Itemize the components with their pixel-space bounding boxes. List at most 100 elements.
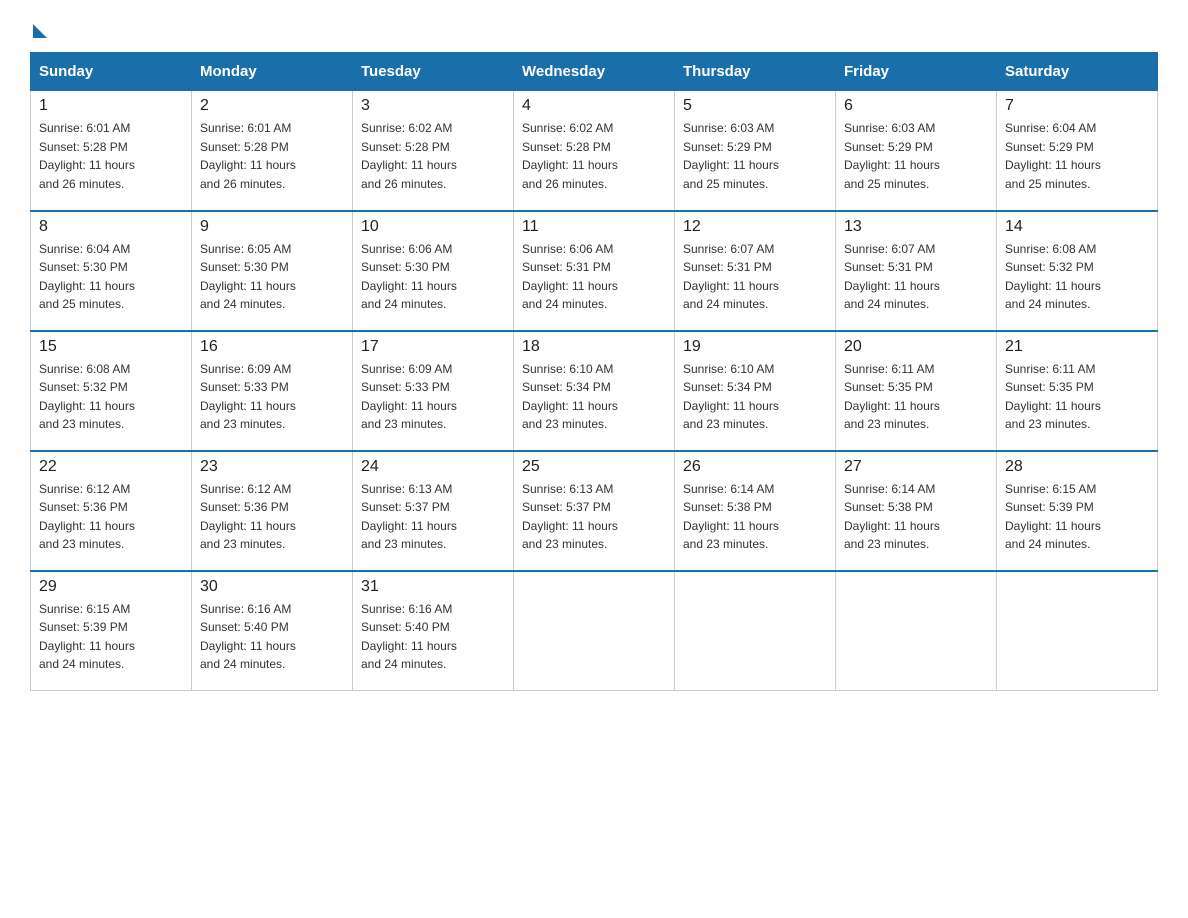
weekday-header-wednesday: Wednesday — [514, 53, 675, 91]
day-number: 8 — [39, 218, 183, 236]
calendar-week-row: 22 Sunrise: 6:12 AM Sunset: 5:36 PM Dayl… — [31, 451, 1158, 571]
calendar-day-cell: 5 Sunrise: 6:03 AM Sunset: 5:29 PM Dayli… — [675, 91, 836, 211]
calendar-table: SundayMondayTuesdayWednesdayThursdayFrid… — [30, 52, 1158, 691]
day-info: Sunrise: 6:01 AM Sunset: 5:28 PM Dayligh… — [200, 119, 344, 193]
day-number: 10 — [361, 218, 505, 236]
calendar-day-cell: 8 Sunrise: 6:04 AM Sunset: 5:30 PM Dayli… — [31, 211, 192, 331]
weekday-header-monday: Monday — [192, 53, 353, 91]
calendar-day-cell: 10 Sunrise: 6:06 AM Sunset: 5:30 PM Dayl… — [353, 211, 514, 331]
logo — [30, 20, 47, 34]
calendar-day-cell: 14 Sunrise: 6:08 AM Sunset: 5:32 PM Dayl… — [997, 211, 1158, 331]
calendar-day-cell: 12 Sunrise: 6:07 AM Sunset: 5:31 PM Dayl… — [675, 211, 836, 331]
calendar-day-cell: 16 Sunrise: 6:09 AM Sunset: 5:33 PM Dayl… — [192, 331, 353, 451]
calendar-day-cell — [514, 571, 675, 691]
day-info: Sunrise: 6:01 AM Sunset: 5:28 PM Dayligh… — [39, 119, 183, 193]
day-info: Sunrise: 6:08 AM Sunset: 5:32 PM Dayligh… — [39, 360, 183, 434]
day-info: Sunrise: 6:05 AM Sunset: 5:30 PM Dayligh… — [200, 240, 344, 314]
calendar-day-cell: 4 Sunrise: 6:02 AM Sunset: 5:28 PM Dayli… — [514, 91, 675, 211]
day-number: 23 — [200, 458, 344, 476]
page-header — [30, 20, 1158, 34]
day-number: 11 — [522, 218, 666, 236]
day-number: 29 — [39, 578, 183, 596]
calendar-day-cell: 1 Sunrise: 6:01 AM Sunset: 5:28 PM Dayli… — [31, 91, 192, 211]
weekday-header-friday: Friday — [836, 53, 997, 91]
calendar-week-row: 1 Sunrise: 6:01 AM Sunset: 5:28 PM Dayli… — [31, 91, 1158, 211]
day-info: Sunrise: 6:03 AM Sunset: 5:29 PM Dayligh… — [683, 119, 827, 193]
weekday-header-tuesday: Tuesday — [353, 53, 514, 91]
calendar-day-cell: 20 Sunrise: 6:11 AM Sunset: 5:35 PM Dayl… — [836, 331, 997, 451]
day-info: Sunrise: 6:15 AM Sunset: 5:39 PM Dayligh… — [39, 600, 183, 674]
day-info: Sunrise: 6:13 AM Sunset: 5:37 PM Dayligh… — [361, 480, 505, 554]
day-number: 12 — [683, 218, 827, 236]
logo-triangle-icon — [33, 24, 47, 38]
day-info: Sunrise: 6:16 AM Sunset: 5:40 PM Dayligh… — [200, 600, 344, 674]
calendar-day-cell: 19 Sunrise: 6:10 AM Sunset: 5:34 PM Dayl… — [675, 331, 836, 451]
day-info: Sunrise: 6:16 AM Sunset: 5:40 PM Dayligh… — [361, 600, 505, 674]
calendar-day-cell — [836, 571, 997, 691]
day-number: 18 — [522, 338, 666, 356]
day-number: 15 — [39, 338, 183, 356]
day-info: Sunrise: 6:07 AM Sunset: 5:31 PM Dayligh… — [844, 240, 988, 314]
calendar-day-cell: 28 Sunrise: 6:15 AM Sunset: 5:39 PM Dayl… — [997, 451, 1158, 571]
day-number: 25 — [522, 458, 666, 476]
calendar-day-cell: 3 Sunrise: 6:02 AM Sunset: 5:28 PM Dayli… — [353, 91, 514, 211]
day-info: Sunrise: 6:02 AM Sunset: 5:28 PM Dayligh… — [361, 119, 505, 193]
day-number: 26 — [683, 458, 827, 476]
calendar-day-cell: 6 Sunrise: 6:03 AM Sunset: 5:29 PM Dayli… — [836, 91, 997, 211]
day-number: 28 — [1005, 458, 1149, 476]
calendar-week-row: 8 Sunrise: 6:04 AM Sunset: 5:30 PM Dayli… — [31, 211, 1158, 331]
calendar-day-cell: 24 Sunrise: 6:13 AM Sunset: 5:37 PM Dayl… — [353, 451, 514, 571]
day-info: Sunrise: 6:02 AM Sunset: 5:28 PM Dayligh… — [522, 119, 666, 193]
day-number: 21 — [1005, 338, 1149, 356]
calendar-day-cell: 9 Sunrise: 6:05 AM Sunset: 5:30 PM Dayli… — [192, 211, 353, 331]
calendar-day-cell: 23 Sunrise: 6:12 AM Sunset: 5:36 PM Dayl… — [192, 451, 353, 571]
day-number: 17 — [361, 338, 505, 356]
day-number: 22 — [39, 458, 183, 476]
day-info: Sunrise: 6:07 AM Sunset: 5:31 PM Dayligh… — [683, 240, 827, 314]
day-info: Sunrise: 6:06 AM Sunset: 5:31 PM Dayligh… — [522, 240, 666, 314]
day-number: 2 — [200, 97, 344, 115]
calendar-day-cell: 7 Sunrise: 6:04 AM Sunset: 5:29 PM Dayli… — [997, 91, 1158, 211]
calendar-day-cell: 27 Sunrise: 6:14 AM Sunset: 5:38 PM Dayl… — [836, 451, 997, 571]
day-number: 3 — [361, 97, 505, 115]
day-info: Sunrise: 6:06 AM Sunset: 5:30 PM Dayligh… — [361, 240, 505, 314]
calendar-day-cell: 29 Sunrise: 6:15 AM Sunset: 5:39 PM Dayl… — [31, 571, 192, 691]
day-info: Sunrise: 6:10 AM Sunset: 5:34 PM Dayligh… — [683, 360, 827, 434]
day-info: Sunrise: 6:10 AM Sunset: 5:34 PM Dayligh… — [522, 360, 666, 434]
day-info: Sunrise: 6:14 AM Sunset: 5:38 PM Dayligh… — [844, 480, 988, 554]
day-info: Sunrise: 6:11 AM Sunset: 5:35 PM Dayligh… — [844, 360, 988, 434]
calendar-day-cell: 15 Sunrise: 6:08 AM Sunset: 5:32 PM Dayl… — [31, 331, 192, 451]
calendar-week-row: 15 Sunrise: 6:08 AM Sunset: 5:32 PM Dayl… — [31, 331, 1158, 451]
calendar-day-cell: 25 Sunrise: 6:13 AM Sunset: 5:37 PM Dayl… — [514, 451, 675, 571]
day-number: 9 — [200, 218, 344, 236]
day-info: Sunrise: 6:03 AM Sunset: 5:29 PM Dayligh… — [844, 119, 988, 193]
day-number: 7 — [1005, 97, 1149, 115]
day-info: Sunrise: 6:13 AM Sunset: 5:37 PM Dayligh… — [522, 480, 666, 554]
calendar-day-cell: 26 Sunrise: 6:14 AM Sunset: 5:38 PM Dayl… — [675, 451, 836, 571]
calendar-day-cell — [675, 571, 836, 691]
calendar-day-cell: 2 Sunrise: 6:01 AM Sunset: 5:28 PM Dayli… — [192, 91, 353, 211]
day-number: 20 — [844, 338, 988, 356]
weekday-header-thursday: Thursday — [675, 53, 836, 91]
day-info: Sunrise: 6:15 AM Sunset: 5:39 PM Dayligh… — [1005, 480, 1149, 554]
calendar-day-cell: 17 Sunrise: 6:09 AM Sunset: 5:33 PM Dayl… — [353, 331, 514, 451]
day-info: Sunrise: 6:04 AM Sunset: 5:29 PM Dayligh… — [1005, 119, 1149, 193]
weekday-header-row: SundayMondayTuesdayWednesdayThursdayFrid… — [31, 53, 1158, 91]
calendar-day-cell: 30 Sunrise: 6:16 AM Sunset: 5:40 PM Dayl… — [192, 571, 353, 691]
day-number: 13 — [844, 218, 988, 236]
day-number: 30 — [200, 578, 344, 596]
calendar-day-cell: 21 Sunrise: 6:11 AM Sunset: 5:35 PM Dayl… — [997, 331, 1158, 451]
calendar-day-cell: 13 Sunrise: 6:07 AM Sunset: 5:31 PM Dayl… — [836, 211, 997, 331]
day-info: Sunrise: 6:14 AM Sunset: 5:38 PM Dayligh… — [683, 480, 827, 554]
day-info: Sunrise: 6:12 AM Sunset: 5:36 PM Dayligh… — [39, 480, 183, 554]
day-number: 4 — [522, 97, 666, 115]
calendar-day-cell: 31 Sunrise: 6:16 AM Sunset: 5:40 PM Dayl… — [353, 571, 514, 691]
calendar-day-cell: 18 Sunrise: 6:10 AM Sunset: 5:34 PM Dayl… — [514, 331, 675, 451]
weekday-header-saturday: Saturday — [997, 53, 1158, 91]
day-number: 14 — [1005, 218, 1149, 236]
calendar-week-row: 29 Sunrise: 6:15 AM Sunset: 5:39 PM Dayl… — [31, 571, 1158, 691]
day-number: 6 — [844, 97, 988, 115]
day-number: 27 — [844, 458, 988, 476]
day-info: Sunrise: 6:12 AM Sunset: 5:36 PM Dayligh… — [200, 480, 344, 554]
day-number: 31 — [361, 578, 505, 596]
